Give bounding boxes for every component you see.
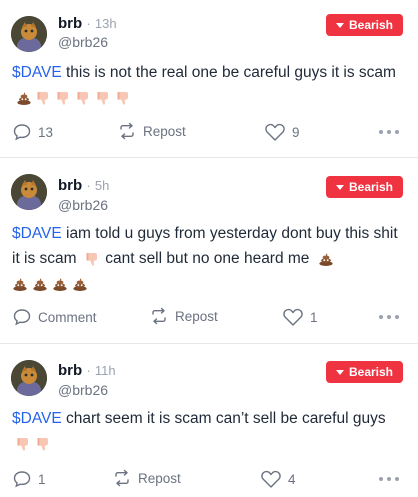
user-handle: @brb26 (58, 382, 109, 398)
like-button[interactable]: 4 (260, 469, 296, 489)
divider (0, 343, 418, 344)
user-handle: @brb26 (58, 197, 109, 213)
poop-emoji-icon (52, 276, 68, 292)
comment-label: Comment (38, 309, 97, 325)
post-actions: 13 Repost 9 (0, 122, 418, 144)
poop-emoji-icon (318, 251, 334, 267)
sentiment-label: Bearish (348, 18, 394, 32)
comment-icon (13, 124, 31, 141)
avatar[interactable] (11, 360, 47, 396)
thumbs-down-emoji-icon (56, 90, 72, 106)
repost-label: Repost (143, 123, 186, 139)
post-text-continued: cant sell but no one heard me (100, 250, 310, 267)
post-body: $DAVE chart seem it is scam can’t sell b… (12, 406, 407, 456)
timestamp: 13h (94, 16, 117, 31)
thumbs-down-emoji-icon (85, 251, 101, 267)
comment-button[interactable]: 13 (12, 122, 53, 142)
caret-down-icon (335, 22, 344, 28)
repost-button[interactable]: Repost (112, 469, 181, 487)
poop-emoji-icon (16, 90, 32, 106)
thumbs-down-emoji-icon (96, 90, 112, 106)
repost-button[interactable]: Repost (117, 122, 186, 140)
comment-icon (13, 471, 31, 488)
caret-down-icon (335, 369, 344, 375)
poop-emoji-icon (32, 276, 48, 292)
separator-dot: · (86, 16, 91, 31)
more-options-button[interactable] (379, 130, 399, 134)
repost-icon (115, 469, 129, 487)
sentiment-label: Bearish (348, 180, 394, 194)
poop-emoji-icon (72, 276, 88, 292)
thumbs-down-emoji-icon (16, 436, 32, 452)
comment-count: 13 (38, 124, 54, 140)
ticker-link[interactable]: $DAVE (12, 64, 62, 81)
post-text: this is not the real one be careful guys… (61, 64, 396, 81)
post-2: brb · 5h @brb26 Bearish $DAVE iam told u… (0, 160, 418, 340)
more-options-button[interactable] (379, 315, 399, 319)
timestamp: 11h (94, 363, 116, 378)
repost-icon (152, 307, 166, 325)
like-count: 1 (310, 309, 318, 325)
repost-icon (120, 122, 134, 140)
poop-emoji-icon (12, 276, 28, 292)
thumbs-down-emoji-icon (76, 90, 92, 106)
post-body: $DAVE iam told u guys from yesterday don… (12, 221, 407, 296)
author-line: brb · 11h (58, 362, 116, 379)
post-text: chart seem it is scam can’t sell be care… (61, 410, 386, 427)
comment-icon (13, 309, 31, 326)
comment-button[interactable]: 1 (12, 469, 46, 489)
avatar[interactable] (11, 16, 47, 52)
comment-button[interactable]: Comment (12, 307, 97, 327)
separator-dot: · (86, 178, 91, 193)
like-button[interactable]: 9 (264, 122, 300, 142)
avatar[interactable] (11, 174, 47, 210)
like-button[interactable]: 1 (282, 307, 318, 327)
ticker-link[interactable]: $DAVE (12, 225, 62, 242)
thumbs-down-emoji-icon (116, 90, 132, 106)
sentiment-badge: Bearish (326, 176, 403, 198)
repost-label: Repost (175, 308, 218, 324)
more-options-button[interactable] (379, 477, 399, 481)
repost-button[interactable]: Repost (149, 307, 218, 325)
thumbs-down-emoji-icon (36, 90, 52, 106)
heart-icon (283, 308, 303, 326)
username[interactable]: brb (58, 15, 82, 32)
post-3: brb · 11h @brb26 Bearish $DAVE chart see… (0, 346, 418, 497)
caret-down-icon (335, 184, 344, 190)
username[interactable]: brb (58, 362, 82, 379)
user-handle: @brb26 (58, 34, 109, 50)
username[interactable]: brb (58, 177, 82, 194)
ticker-link[interactable]: $DAVE (12, 410, 62, 427)
sentiment-badge: Bearish (326, 361, 403, 383)
post-actions: 1 Repost 4 (0, 469, 418, 491)
sentiment-label: Bearish (348, 365, 394, 379)
author-line: brb · 5h (58, 177, 109, 194)
post-1: brb · 13h @brb26 Bearish $DAVE this is n… (0, 0, 418, 155)
author-line: brb · 13h (58, 15, 117, 32)
comment-count: 1 (38, 471, 46, 487)
like-count: 9 (292, 124, 300, 140)
like-count: 4 (288, 471, 296, 487)
heart-icon (261, 470, 281, 488)
post-body: $DAVE this is not the real one be carefu… (12, 60, 407, 110)
divider (0, 157, 418, 158)
repost-label: Repost (138, 470, 181, 486)
post-actions: Comment Repost 1 (0, 307, 418, 329)
thumbs-down-emoji-icon (36, 436, 52, 452)
sentiment-badge: Bearish (326, 14, 403, 36)
heart-icon (265, 123, 285, 141)
separator-dot: · (86, 363, 91, 378)
timestamp: 5h (94, 178, 110, 193)
